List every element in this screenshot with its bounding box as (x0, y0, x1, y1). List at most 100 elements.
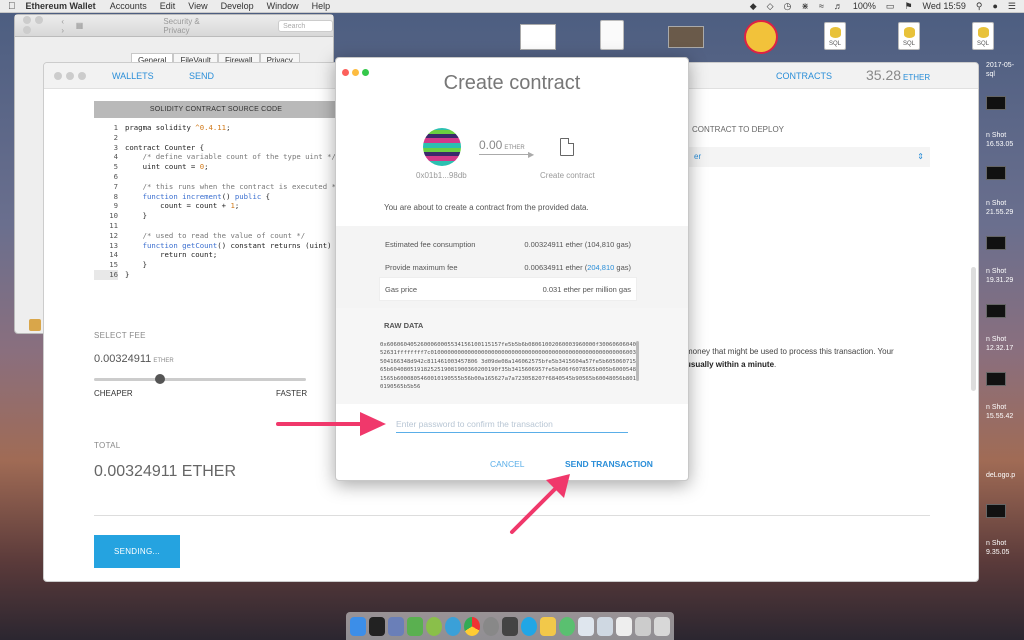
ethereum-wallet-icon[interactable] (578, 616, 594, 636)
max-gas-link[interactable]: 204,810 (587, 263, 614, 272)
fee-slider-handle[interactable] (155, 374, 165, 384)
desktop-file-label[interactable]: n Shot (986, 540, 1006, 548)
volume-icon[interactable]: ♬ (834, 1, 843, 11)
contract-to-deploy-label: CONTRACT TO DEPLOY (692, 125, 785, 134)
desktop-file-label[interactable]: 2017-05- (986, 62, 1014, 70)
dropbox-icon[interactable]: ◇ (767, 1, 774, 12)
desktop-file-label[interactable]: 9.35.05 (986, 549, 1009, 557)
account-identicon (423, 128, 461, 166)
desktop-screenshot-thumbnail[interactable] (520, 24, 556, 50)
sending-button[interactable]: SENDING... (94, 535, 180, 568)
nav-send[interactable]: SEND (189, 71, 214, 81)
desktop-file-label[interactable]: 16.53.05 (986, 141, 1013, 149)
raw-data-text[interactable]: 0x6060604052600060005534156100115157fe5b… (380, 341, 636, 399)
time-machine-icon[interactable]: ◷ (784, 1, 792, 12)
ethereum-status-icon[interactable]: ◆ (750, 1, 757, 12)
menu-edit[interactable]: Edit (160, 1, 176, 11)
desktop-file-label[interactable]: n Shot (986, 200, 1006, 208)
raw-data-label: RAW DATA (384, 321, 424, 330)
desktop-file-label[interactable]: 12.32.17 (986, 345, 1013, 353)
desktop-screenshot-thumbnail[interactable] (986, 166, 1006, 180)
document-icon[interactable] (616, 616, 632, 636)
wifi-icon[interactable]: ≈ (819, 1, 824, 11)
skype-icon[interactable] (521, 616, 537, 636)
fee-description: money that might be used to process this… (686, 347, 894, 369)
document-icon (560, 138, 574, 156)
desktop-document-icon[interactable] (600, 20, 624, 50)
app-icon[interactable] (502, 616, 518, 636)
desktop-screenshot-thumbnail[interactable] (986, 372, 1006, 386)
terminal-icon[interactable] (369, 616, 385, 636)
desktop-sql-file-icon[interactable]: SQL (898, 22, 920, 50)
menu-develop[interactable]: Develop (221, 1, 254, 11)
password-input[interactable] (396, 415, 628, 433)
desktop-file-label[interactable]: 21.55.29 (986, 209, 1013, 217)
trash-icon[interactable] (654, 616, 670, 636)
menu-app-name[interactable]: Ethereum Wallet (26, 1, 96, 11)
spotlight-search-icon[interactable]: ⚲ (976, 1, 983, 12)
window-controls[interactable] (54, 72, 90, 82)
apple-icon[interactable]:  (8, 1, 16, 12)
menu-view[interactable]: View (188, 1, 207, 11)
desktop-screenshot-thumbnail[interactable] (986, 236, 1006, 250)
user-icon[interactable]: ● (992, 1, 997, 11)
scrollbar[interactable] (636, 341, 639, 381)
desktop-sql-file-icon[interactable]: SQL (824, 22, 846, 50)
nav-contracts[interactable]: CONTRACTS (776, 71, 832, 81)
lock-icon[interactable] (29, 319, 41, 331)
finder-icon[interactable] (350, 616, 366, 636)
notification-center-icon[interactable]: ☰ (1008, 1, 1016, 12)
to-label: Create contract (540, 171, 595, 180)
menu-help[interactable]: Help (312, 1, 331, 11)
grid-icon[interactable]: ▦ (76, 21, 84, 30)
desktop-file-label[interactable]: n Shot (986, 132, 1006, 140)
line-numbers: 1 2 3 4 5 6 7 8 9 10 11 12 13 14 15 16 (94, 123, 118, 280)
android-studio-icon[interactable] (407, 616, 423, 636)
system-preferences-icon[interactable] (483, 616, 499, 636)
app-icon[interactable] (426, 616, 442, 636)
bluetooth-icon[interactable]: ⋇ (801, 1, 809, 12)
cyberduck-icon[interactable] (540, 616, 556, 636)
transfer-amount: 0.00 ETHER (479, 138, 525, 152)
desktop-screenshot-thumbnail[interactable] (986, 304, 1006, 318)
amount-unit: ETHER (504, 145, 525, 151)
desktop-app-icon[interactable] (744, 20, 778, 54)
modal-title: Create contract (443, 72, 581, 94)
fee-slider-track[interactable] (94, 378, 306, 381)
security-search-input[interactable]: Search (278, 19, 333, 32)
desktop-file-label[interactable]: deLogo.p (986, 472, 1015, 480)
fee-value: 0.00324911 ETHER (94, 353, 174, 365)
ethereum-icon[interactable] (597, 616, 613, 636)
desktop-file-label[interactable]: sql (986, 71, 995, 79)
max-fee-row: Provide maximum fee 0.00634911 ether (20… (385, 262, 631, 272)
window-controls[interactable] (23, 15, 53, 36)
downloads-icon[interactable] (635, 616, 651, 636)
menu-window[interactable]: Window (267, 1, 299, 11)
desktop-sql-file-icon[interactable]: SQL (972, 22, 994, 50)
fee-unit: ETHER (153, 358, 174, 364)
solidity-code-editor[interactable]: 1 2 3 4 5 6 7 8 9 10 11 12 13 14 15 16 pragma solidity … (94, 121, 338, 283)
desktop-screenshot-thumbnail[interactable] (986, 96, 1006, 110)
contract-select-dropdown[interactable]: er ⇕ (684, 147, 930, 167)
app-icon[interactable] (445, 616, 461, 636)
desktop-screenshot-thumbnail[interactable] (986, 504, 1006, 518)
scrollbar[interactable] (971, 267, 976, 391)
desktop-file-label[interactable]: n Shot (986, 336, 1006, 344)
desktop-photo-thumbnail[interactable] (668, 26, 704, 48)
desktop-file-label[interactable]: n Shot (986, 268, 1006, 276)
desktop-file-label[interactable]: 15.55.42 (986, 413, 1013, 421)
chrome-icon[interactable] (464, 616, 480, 636)
balance-amount: 35.28 (866, 67, 902, 83)
desktop-file-label[interactable]: n Shot (986, 404, 1006, 412)
send-transaction-button[interactable]: SEND TRANSACTION (565, 459, 653, 469)
battery-percent[interactable]: 100% (853, 1, 876, 11)
back-icon[interactable]: ‹ › (61, 17, 67, 35)
menu-accounts[interactable]: Accounts (110, 1, 147, 11)
battery-icon[interactable]: ▭ (886, 1, 895, 12)
virtualbox-icon[interactable] (388, 616, 404, 636)
app-icon[interactable] (559, 616, 575, 636)
flag-icon[interactable]: ⚑ (904, 1, 912, 12)
desktop-file-label[interactable]: 19.31.29 (986, 277, 1013, 285)
menu-clock[interactable]: Wed 15:59 (923, 1, 966, 11)
nav-wallets[interactable]: WALLETS (112, 71, 154, 81)
